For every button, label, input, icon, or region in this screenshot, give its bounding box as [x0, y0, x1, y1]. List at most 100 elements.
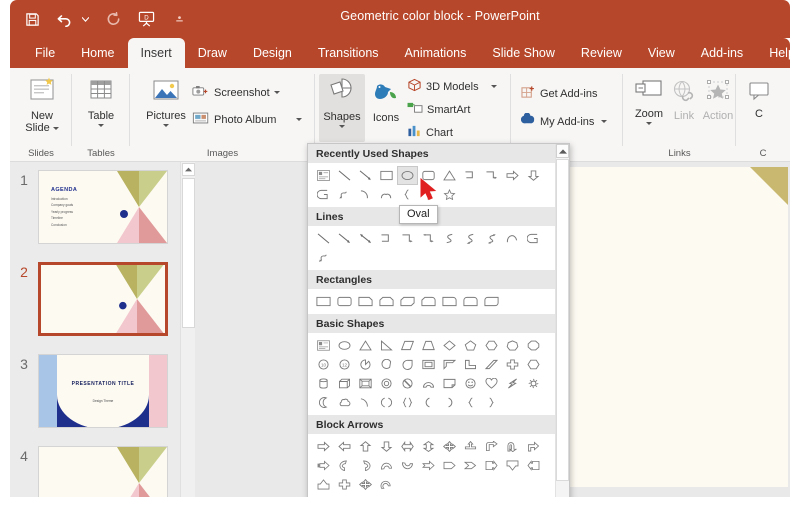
tab-home[interactable]: Home: [68, 38, 127, 68]
chart-button[interactable]: Chart: [407, 124, 453, 141]
shape-donut[interactable]: [376, 374, 397, 393]
shape-rectangle[interactable]: [376, 166, 397, 185]
zoom-chevron-down-icon[interactable]: [646, 122, 652, 126]
shape-textbox[interactable]: [313, 166, 334, 185]
shape-star-burst[interactable]: [439, 185, 460, 204]
shape-line-arrow[interactable]: [355, 166, 376, 185]
shape-octagon[interactable]: [523, 336, 544, 355]
shape-arrow-right[interactable]: [313, 437, 334, 456]
shape-lightning-bolt[interactable]: [502, 374, 523, 393]
shape-dodecagon[interactable]: 12: [334, 355, 355, 374]
shape-folded-corner[interactable]: [439, 374, 460, 393]
shape-striped-right-arrow[interactable]: [313, 456, 334, 475]
shape-brace-pair[interactable]: [397, 393, 418, 412]
shape-sun[interactable]: [523, 374, 544, 393]
shape-quad-arrow-callout[interactable]: [355, 475, 376, 494]
shape-parallelogram[interactable]: [397, 336, 418, 355]
shape-right-curly-brace[interactable]: [481, 393, 502, 412]
zoom-button[interactable]: Zoom: [629, 78, 669, 126]
shape-arrow-up-down[interactable]: [418, 437, 439, 456]
shape-freeform[interactable]: [523, 229, 544, 248]
shape-no-symbol[interactable]: [397, 374, 418, 393]
shape-arrow-left-right[interactable]: [397, 437, 418, 456]
thumbnail-pane-scrollbar[interactable]: [180, 162, 195, 497]
shape-cloud[interactable]: [334, 393, 355, 412]
shape-left-square-bracket[interactable]: [418, 393, 439, 412]
shape-cylinder[interactable]: [313, 374, 334, 393]
shape-line-double-arrow[interactable]: [355, 229, 376, 248]
my-add-ins-chevron-down-icon[interactable]: [601, 120, 608, 123]
shape-arrow-up[interactable]: [355, 437, 376, 456]
shape-left-up-arrow[interactable]: [523, 437, 544, 456]
shape-bent-arrow[interactable]: [481, 437, 502, 456]
shape-freeform-scribble[interactable]: [334, 185, 355, 204]
shapes-button[interactable]: Shapes: [320, 77, 364, 129]
shape-arc-curve[interactable]: [355, 393, 376, 412]
shape-right-square-bracket[interactable]: [439, 393, 460, 412]
pictures-chevron-down-icon[interactable]: [163, 124, 169, 128]
icons-button[interactable]: Icons: [367, 80, 405, 124]
tab-draw[interactable]: Draw: [185, 38, 240, 68]
shape-elbow-arrow[interactable]: [397, 229, 418, 248]
shape-line-plain[interactable]: [313, 229, 334, 248]
shape-curved-down-arrow[interactable]: [397, 456, 418, 475]
shape-pentagon-arrow[interactable]: [439, 456, 460, 475]
shape-left-arrow-callout[interactable]: [523, 456, 544, 475]
shape-half-frame[interactable]: [439, 355, 460, 374]
shape-frame[interactable]: [418, 355, 439, 374]
shapes-panel-scroll-thumb[interactable]: [556, 159, 569, 481]
shapes-panel-scroll-up-arrow-icon[interactable]: [556, 144, 569, 158]
photo-album-button[interactable]: Photo Album: [192, 111, 303, 128]
slide-canvas[interactable]: [570, 167, 788, 487]
shape-bent-up-arrow[interactable]: [460, 437, 481, 456]
tab-file[interactable]: File: [22, 38, 68, 68]
shape-curved-arrow[interactable]: [460, 229, 481, 248]
shape-snip-same-side-corner[interactable]: [376, 292, 397, 311]
shape-line[interactable]: [334, 166, 355, 185]
shape-round-single-corner[interactable]: [439, 292, 460, 311]
shape-decagon[interactable]: 10: [313, 355, 334, 374]
shape-cross-arrow[interactable]: [334, 475, 355, 494]
shape-trapezoid[interactable]: [418, 336, 439, 355]
shape-isosceles-triangle[interactable]: [355, 336, 376, 355]
shape-heart[interactable]: [481, 374, 502, 393]
shape-line-single-arrow[interactable]: [334, 229, 355, 248]
tab-review[interactable]: Review: [568, 38, 635, 68]
shape-double-arc[interactable]: [376, 185, 397, 204]
shape-round-diagonal-corner[interactable]: [481, 292, 502, 311]
shape-curved-double-arrow[interactable]: [481, 229, 502, 248]
shape-arc[interactable]: [355, 185, 376, 204]
shapes-panel-scrollbar[interactable]: [555, 144, 569, 500]
shape-circular-arrow[interactable]: [376, 475, 397, 494]
link-button[interactable]: Link: [668, 80, 700, 122]
table-chevron-down-icon[interactable]: [98, 124, 104, 128]
tab-animations[interactable]: Animations: [392, 38, 480, 68]
screenshot-button[interactable]: Screenshot: [192, 84, 280, 101]
thumbnail-canvas-4[interactable]: [38, 446, 168, 497]
shape-moon[interactable]: [313, 393, 334, 412]
shape-elbow-double-arrow[interactable]: [418, 229, 439, 248]
shape-right-brace[interactable]: [418, 185, 439, 204]
shape-left-brace[interactable]: [397, 185, 418, 204]
shape-triangle[interactable]: [439, 166, 460, 185]
shape-left-bracket-pair[interactable]: [376, 393, 397, 412]
thumbnail-canvas-2[interactable]: [38, 262, 168, 336]
screenshot-chevron-down-icon[interactable]: [273, 91, 280, 94]
tab-view[interactable]: View: [635, 38, 688, 68]
shape-heptagon[interactable]: [502, 336, 523, 355]
shape-down-arrow-callout[interactable]: [502, 456, 523, 475]
shape-chord[interactable]: [376, 355, 397, 374]
action-button[interactable]: Action: [700, 80, 736, 122]
shape-elbow-connector[interactable]: [460, 166, 481, 185]
thumbnail-slide-1[interactable]: 1 AGENDA Introduction Company goals Year…: [10, 170, 186, 244]
shape-cube[interactable]: [334, 374, 355, 393]
shape-block-arc[interactable]: [418, 374, 439, 393]
thumbnail-slide-4[interactable]: 4: [10, 446, 186, 497]
get-add-ins-button[interactable]: Get Add-ins: [521, 85, 597, 102]
tab-insert[interactable]: Insert: [127, 38, 185, 68]
shape-elbow-arrow-connector[interactable]: [481, 166, 502, 185]
thumbnail-scroll-thumb[interactable]: [182, 178, 195, 328]
shape-curved-up-arrow[interactable]: [376, 456, 397, 475]
shapes-chevron-down-icon[interactable]: [339, 125, 345, 129]
tab-add-ins[interactable]: Add-ins: [688, 38, 756, 68]
